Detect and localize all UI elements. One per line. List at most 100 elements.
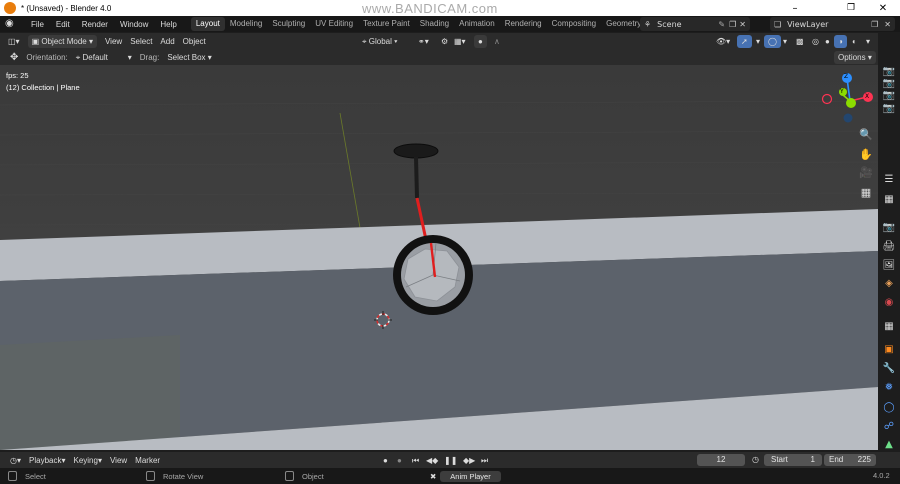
visibility-icon[interactable]: 👁▾ [712, 35, 734, 48]
object-mode-label: Object Mode [41, 36, 87, 46]
constraint-properties-icon[interactable]: ☍ [882, 420, 896, 434]
unicycle-seat[interactable] [393, 143, 439, 159]
options-dropdown[interactable]: Options ▾ [834, 50, 876, 64]
start-frame-field[interactable]: Start 1 [764, 454, 822, 466]
auto-keying-dropdown-icon[interactable]: ● [393, 454, 406, 467]
snap-target-icon[interactable]: ▦▾ [450, 35, 470, 48]
timeline-menu-keying[interactable]: Keying▾ [69, 454, 105, 467]
collection-properties-icon[interactable]: ▦ [882, 320, 896, 334]
timeline-menu-marker[interactable]: Marker [131, 454, 164, 467]
blender-logo-icon[interactable]: ◉ [5, 18, 19, 30]
end-frame-field[interactable]: End 225 [824, 454, 876, 466]
xray-toggle-icon[interactable]: ▩ [792, 35, 808, 48]
output-properties-icon[interactable]: 🖨 [882, 240, 896, 254]
menu-object[interactable]: Object [179, 35, 210, 48]
status-select: Select [8, 471, 46, 481]
physics-properties-icon[interactable]: ◯ [882, 401, 896, 415]
delete-scene-icon[interactable]: ✕ [739, 20, 746, 29]
material-shading-icon[interactable]: ◑ [834, 34, 847, 48]
world-properties-icon[interactable]: ◉ [882, 296, 896, 310]
perspective-toggle-icon[interactable]: ▦ [858, 185, 874, 201]
view-layer-selector[interactable]: ❏ ViewLayer ❐ ✕ [770, 17, 895, 31]
workspace-tab-layout[interactable]: Layout [190, 17, 225, 31]
workspace-tab-animation[interactable]: Animation [454, 17, 500, 31]
minimize-button[interactable]: – [780, 0, 810, 16]
data-properties-icon[interactable]: ▲ [882, 438, 896, 452]
new-scene-icon[interactable]: ❐ [729, 20, 736, 29]
proportional-editing-icon[interactable]: ● [474, 34, 487, 48]
object-properties-icon[interactable]: ▣ [882, 343, 896, 357]
orientation-default-icon: ⌖ [75, 52, 81, 62]
menu-render[interactable]: Render [76, 20, 114, 29]
solid-shading-icon[interactable]: ● [821, 35, 834, 48]
object-mode-icon: ▣ [31, 36, 40, 46]
workspace-tab-texture-paint[interactable]: Texture Paint [358, 17, 415, 31]
render-properties-icon[interactable]: 📷 [882, 221, 896, 235]
menu-add[interactable]: Add [156, 35, 178, 48]
menu-select[interactable]: Select [126, 35, 156, 48]
timeline-menu-view[interactable]: View [106, 454, 131, 467]
bandicam-watermark: www.BANDICAM.com [362, 1, 498, 16]
drag-dropdown[interactable]: Select Box ▾ [163, 51, 216, 64]
tool-properties-icon[interactable]: ☰ [882, 173, 896, 187]
workspace-tab-uv-editing[interactable]: UV Editing [310, 17, 358, 31]
editor-type-icon[interactable]: ◫▾ [4, 35, 24, 48]
current-frame-field[interactable]: 12 [697, 454, 745, 466]
pan-hand-icon[interactable]: ✋ [858, 147, 874, 163]
anim-player-label: Anim Player [440, 471, 501, 482]
rendered-shading-icon[interactable]: ◐ [848, 35, 861, 48]
maximize-button[interactable]: ❐ [836, 0, 866, 16]
render-visibility-icon-4[interactable]: 📷 [882, 102, 896, 116]
unicycle-seatpost[interactable] [414, 156, 419, 199]
shading-dropdown-icon[interactable]: ▾ [862, 35, 874, 48]
cancel-icon[interactable]: ✖ [430, 472, 436, 481]
menu-window[interactable]: Window [114, 20, 154, 29]
scene-selector[interactable]: ⚘ Scene ✎ ❐ ✕ [640, 17, 750, 31]
jump-start-icon[interactable]: ⏮ [408, 454, 423, 467]
menu-file[interactable]: File [25, 20, 50, 29]
delete-view-layer-icon[interactable]: ✕ [884, 20, 891, 29]
modifier-properties-icon[interactable]: 🔧 [882, 362, 896, 376]
pin-icon[interactable]: ✎ [718, 20, 725, 29]
camera-view-icon[interactable]: 🎥 [858, 165, 874, 181]
orientation-dropdown[interactable]: ⌖ Default ▾ [72, 51, 136, 64]
workspace-tab-rendering[interactable]: Rendering [500, 17, 547, 31]
view-layer-properties-icon[interactable]: 🖼 [882, 259, 896, 273]
overlays-dropdown-icon[interactable]: ▾ [779, 35, 791, 48]
pivot-point-icon[interactable]: ⚭▾ [414, 35, 433, 48]
viewport-scene[interactable] [0, 65, 878, 450]
object-mode-dropdown[interactable]: ▣ Object Mode ▾ [27, 34, 97, 48]
zoom-icon[interactable]: 🔍 [858, 127, 874, 143]
anim-player-status[interactable]: ✖ Anim Player [430, 471, 501, 482]
falloff-icon[interactable]: ∧ [490, 35, 504, 48]
timeline-editor-icon[interactable]: ◷▾ [6, 454, 25, 467]
gizmo-neg-y-axis[interactable] [846, 98, 856, 108]
settings-icon[interactable]: ▦ [882, 193, 896, 207]
particle-properties-icon[interactable]: ❅ [882, 381, 896, 395]
view-layer-name: ViewLayer [787, 19, 829, 29]
workspace-tab-sculpting[interactable]: Sculpting [267, 17, 310, 31]
jump-end-icon[interactable]: ⏭ [477, 454, 492, 467]
new-view-layer-icon[interactable]: ❐ [871, 20, 878, 29]
record-keyframe-icon[interactable]: ● [379, 454, 392, 467]
gizmo-toggle-icon[interactable]: ➚ [737, 34, 752, 48]
close-button[interactable]: ✕ [868, 0, 898, 16]
menu-edit[interactable]: Edit [50, 20, 76, 29]
gizmo-neg-z-axis[interactable] [843, 113, 853, 123]
workspace-tab-modeling[interactable]: Modeling [225, 17, 267, 31]
timeline-menu-playback[interactable]: Playback▾ [25, 454, 69, 467]
transform-orientation-dropdown[interactable]: ⌖ Global ▾ [358, 35, 401, 48]
gizmo-dropdown-icon[interactable]: ▾ [752, 35, 764, 48]
menu-view[interactable]: View [101, 35, 126, 48]
scene-properties-icon[interactable]: ◈ [882, 277, 896, 291]
mouse-right-icon [285, 471, 294, 481]
menu-help[interactable]: Help [154, 20, 182, 29]
workspace-tab-shading[interactable]: Shading [415, 17, 454, 31]
render-visibility-icon-3[interactable]: 📷 [882, 89, 896, 103]
3d-viewport[interactable]: Z Y X fps: 25 (12) Collection | Plane 🔍 … [0, 65, 878, 450]
clock-icon[interactable]: ◷ [748, 453, 763, 466]
transform-tool-icon[interactable]: ✥ [6, 51, 22, 64]
chevron-down-icon: ▾ [88, 36, 93, 46]
start-label: Start [771, 455, 788, 464]
workspace-tab-compositing[interactable]: Compositing [547, 17, 601, 31]
